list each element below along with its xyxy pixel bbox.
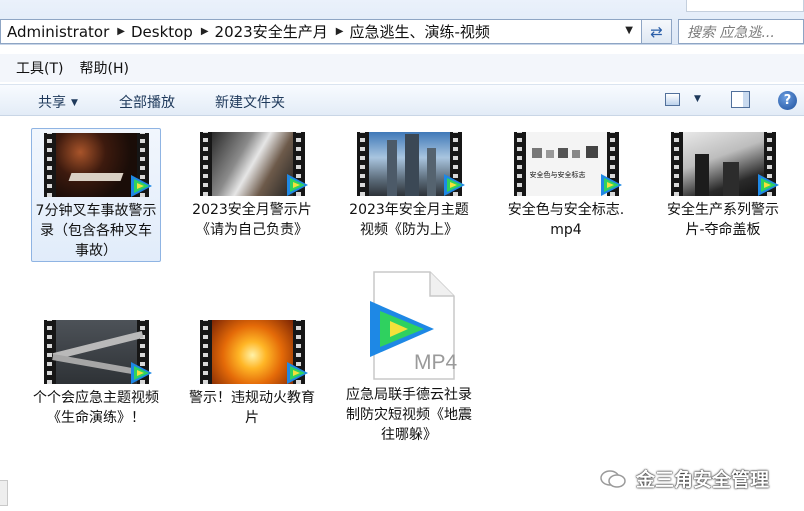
- file-name: 安全色与安全标志.mp4: [507, 202, 625, 238]
- menu-bar: 工具(T) 帮助(H): [0, 54, 804, 82]
- file-name: 安全生产系列警示片-夺命盖板: [667, 202, 779, 238]
- breadcrumb-item-administrator[interactable]: Administrator: [7, 23, 109, 41]
- file-name: 7分钟叉车事故警示录（包含各种叉车事故）: [35, 203, 157, 259]
- file-item[interactable]: 安全色与安全标志 安全色与安全标志.mp4: [501, 128, 631, 240]
- breadcrumb-item-safety-month[interactable]: 2023安全生产月: [215, 21, 328, 42]
- toolbar: ▸ 共享▼ 全部播放 新建文件夹 ▼ ?: [0, 84, 804, 188]
- play-all-button[interactable]: 全部播放: [119, 92, 175, 112]
- address-bar-row: Administrator ▶ Desktop ▶ 2023安全生产月 ▶ 应急…: [0, 0, 804, 45]
- chevron-right-icon[interactable]: ▶: [336, 26, 344, 37]
- watermark-text: 金三角安全管理: [636, 469, 770, 491]
- chevron-right-icon[interactable]: ▶: [117, 26, 125, 37]
- breadcrumb: Administrator ▶ Desktop ▶ 2023安全生产月 ▶ 应急…: [7, 21, 490, 42]
- file-item[interactable]: 2023安全月警示片《请为自己负责》: [187, 128, 317, 240]
- video-player-icon: [286, 362, 308, 384]
- file-name: 应急局联手德云社录制防灾短视频《地震往哪躲》: [346, 387, 472, 443]
- file-name: 2023安全月警示片《请为自己负责》: [192, 202, 312, 238]
- video-thumbnail: [199, 320, 308, 384]
- video-thumbnail: 安全色与安全标志: [513, 132, 622, 196]
- watermark: 金三角安全管理: [600, 465, 769, 492]
- video-player-icon: [600, 174, 622, 196]
- address-dropdown-icon[interactable]: ▼: [625, 25, 633, 36]
- help-icon[interactable]: ?: [778, 91, 797, 110]
- video-thumbnail: [199, 132, 308, 196]
- file-item[interactable]: 2023年安全月主题视频《防为上》: [344, 128, 474, 240]
- share-button[interactable]: 共享 ▼: [38, 92, 78, 112]
- file-item[interactable]: 警示！违规动火教育片: [187, 316, 317, 428]
- video-player-icon: [443, 174, 465, 196]
- view-options-chevron-icon[interactable]: ▼: [694, 94, 701, 104]
- file-item[interactable]: 个个会应急主题视频《生命演练》！: [31, 316, 161, 428]
- change-view-icon[interactable]: [665, 93, 680, 106]
- file-item[interactable]: 安全生产系列警示片-夺命盖板: [658, 128, 788, 240]
- file-item[interactable]: MP4 应急局联手德云社录制防灾短视频《地震往哪躲》: [344, 271, 474, 445]
- breadcrumb-item-desktop[interactable]: Desktop: [131, 23, 193, 41]
- video-thumbnail: [43, 320, 152, 384]
- address-bar[interactable]: Administrator ▶ Desktop ▶ 2023安全生产月 ▶ 应急…: [0, 19, 642, 44]
- breadcrumb-item-current-folder[interactable]: 应急逃生、演练-视频: [349, 21, 489, 42]
- file-item[interactable]: 7分钟叉车事故警示录（包含各种叉车事故）: [31, 128, 161, 262]
- new-folder-button[interactable]: 新建文件夹: [215, 92, 285, 112]
- preview-pane-icon[interactable]: [731, 91, 750, 108]
- video-player-icon: [130, 362, 152, 384]
- video-thumbnail: [43, 133, 152, 197]
- chevron-right-icon[interactable]: ▶: [201, 26, 209, 37]
- file-name: 个个会应急主题视频《生命演练》！: [33, 390, 159, 426]
- refresh-button[interactable]: ⇄: [642, 19, 672, 44]
- wechat-icon: [600, 469, 626, 488]
- scrollbar-stub[interactable]: [0, 480, 8, 506]
- thumbnail-caption: 安全色与安全标志: [529, 171, 586, 179]
- menu-item-help[interactable]: 帮助(H): [79, 58, 128, 78]
- video-thumbnail: [356, 132, 465, 196]
- title-strip: [686, 0, 804, 12]
- mp4-file-icon: MP4: [362, 271, 458, 381]
- file-list: 7分钟叉车事故警示录（包含各种叉车事故） 2023安全月警示片《请为自己负责》 …: [0, 117, 804, 511]
- refresh-icon: ⇄: [650, 22, 663, 41]
- file-name: 警示！违规动火教育片: [189, 390, 315, 426]
- share-label: 共享: [38, 95, 66, 111]
- video-thumbnail: [670, 132, 779, 196]
- video-player-icon: [286, 174, 308, 196]
- search-placeholder: 搜索 应急逃...: [687, 24, 775, 41]
- search-input[interactable]: 搜索 应急逃...: [678, 19, 804, 44]
- video-player-icon: [130, 175, 152, 197]
- chevron-down-icon: ▼: [71, 98, 78, 108]
- video-player-icon: [757, 174, 779, 196]
- menu-item-tools[interactable]: 工具(T): [16, 58, 63, 78]
- file-name: 2023年安全月主题视频《防为上》: [349, 202, 469, 238]
- mp4-label: MP4: [414, 351, 458, 374]
